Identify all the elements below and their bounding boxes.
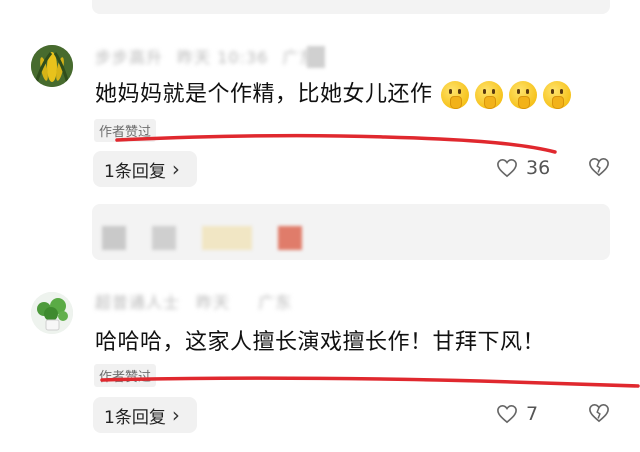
like-count: 7 <box>526 403 539 425</box>
comment-meta: 步步高升 昨天 10:36 广东 <box>95 44 316 68</box>
like-button[interactable]: 36 <box>496 157 550 179</box>
comment-meta: 超普通人士 昨天 广东 <box>95 289 292 313</box>
author-liked-badge: 作者赞过 <box>94 119 157 142</box>
censor-block <box>278 226 302 250</box>
previous-reply-card <box>92 0 610 14</box>
emoji-group <box>435 81 571 109</box>
avatar[interactable] <box>31 292 73 334</box>
author-liked-badge: 作者赞过 <box>94 364 157 387</box>
chevron-right-icon: › <box>171 157 180 181</box>
comment-text-row: 她妈妈就是个作精，比她女儿还作 <box>95 76 571 109</box>
comment-time: 昨天 10:36 <box>177 48 269 67</box>
shushing-face-emoji-icon <box>474 81 503 109</box>
censor-block <box>202 226 252 250</box>
censor-block <box>307 46 325 68</box>
red-annotation-underline <box>100 376 640 388</box>
reply-count-button[interactable]: 1条回复 › <box>93 151 197 187</box>
reply-count-label: 1条回复 <box>104 407 166 428</box>
broken-heart-icon <box>589 403 609 423</box>
comment-location: 广东 <box>258 293 293 312</box>
censor-block <box>102 226 126 250</box>
reply-count-label: 1条回复 <box>104 161 166 182</box>
avatar-image-icon <box>31 45 73 87</box>
chevron-right-icon: › <box>171 403 180 427</box>
broken-heart-icon <box>589 157 609 177</box>
dislike-button[interactable] <box>588 403 610 427</box>
avatar-image-icon <box>31 292 73 334</box>
dislike-button[interactable] <box>588 157 610 181</box>
comment-time: 昨天 <box>196 293 231 312</box>
avatar[interactable] <box>31 45 73 87</box>
reply-count-button[interactable]: 1条回复 › <box>93 397 197 433</box>
comment-text: 哈哈哈，这家人擅长演戏擅长作！甘拜下风！ <box>95 330 546 355</box>
like-count: 36 <box>526 157 551 179</box>
shushing-face-emoji-icon <box>508 81 537 109</box>
heart-icon <box>497 158 517 178</box>
comment-text: 她妈妈就是个作精，比她女儿还作 <box>95 82 433 107</box>
censor-block <box>152 226 176 250</box>
shushing-face-emoji-icon <box>542 81 571 109</box>
heart-icon <box>497 404 517 424</box>
shushing-face-emoji-icon <box>440 81 469 109</box>
author-name[interactable]: 超普通人士 <box>95 293 180 312</box>
author-name[interactable]: 步步高升 <box>95 48 163 67</box>
like-button[interactable]: 7 <box>496 403 538 425</box>
